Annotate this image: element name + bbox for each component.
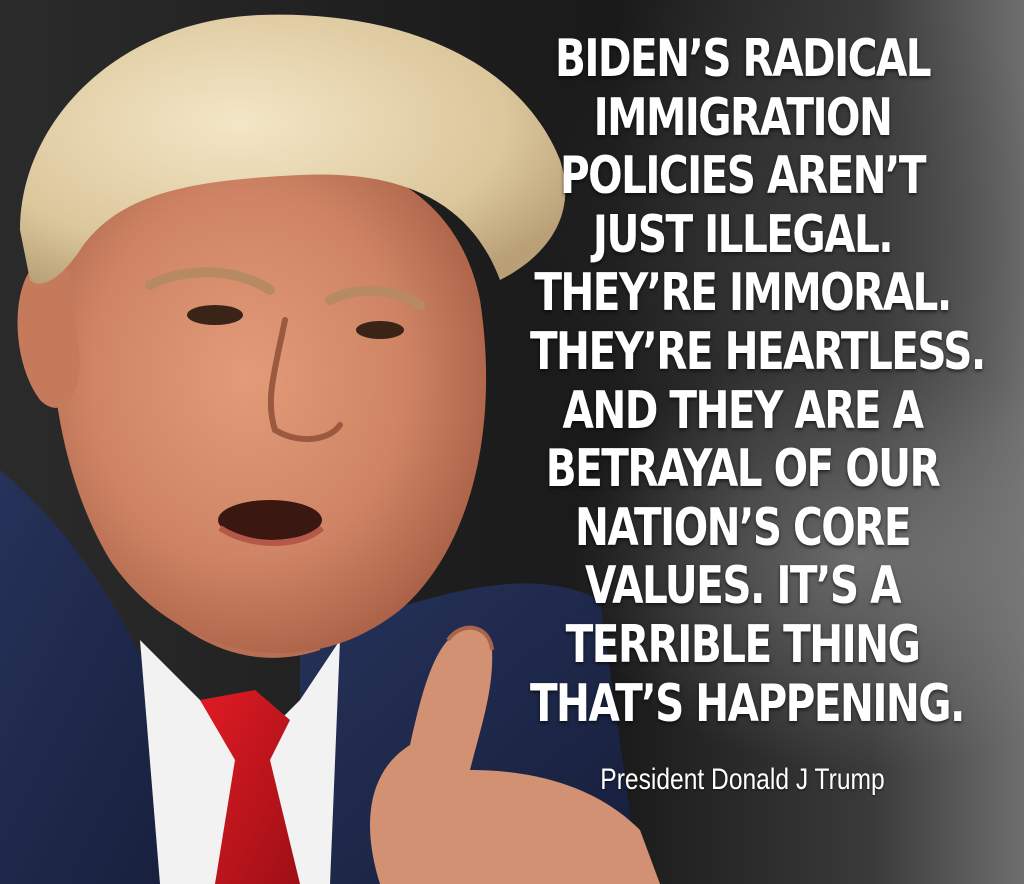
quote-text: BIDEN’S RADICAL IMMIGRATION POLICIES ARE… — [470, 30, 1015, 733]
quote-line: JUST ILLEGAL. — [592, 204, 894, 265]
left-eye — [187, 305, 243, 325]
quote-line: AND THEY ARE A — [562, 380, 925, 441]
quote-line: VALUES. IT’S A — [585, 556, 901, 617]
quote-meme: BIDEN’S RADICAL IMMIGRATION POLICIES ARE… — [0, 0, 1024, 884]
quote-line: POLICIES AREN’T — [560, 146, 927, 207]
right-eye — [356, 321, 404, 339]
quote-line: THEY’RE HEARTLESS. — [529, 321, 986, 382]
quote-line: BIDEN’S RADICAL — [554, 29, 932, 89]
quote-line: BETRAYAL OF OUR — [545, 439, 941, 500]
quote-line: THEY’RE IMMORAL. — [534, 263, 952, 324]
quote-line: THAT’S HAPPENING. — [529, 673, 965, 734]
quote-line: TERRIBLE THING — [565, 614, 921, 675]
quote-attribution: President Donald J Trump — [600, 763, 885, 796]
quote-line: NATION’S CORE — [574, 497, 912, 558]
quote-line: IMMIGRATION — [593, 87, 893, 148]
ear — [17, 260, 80, 408]
